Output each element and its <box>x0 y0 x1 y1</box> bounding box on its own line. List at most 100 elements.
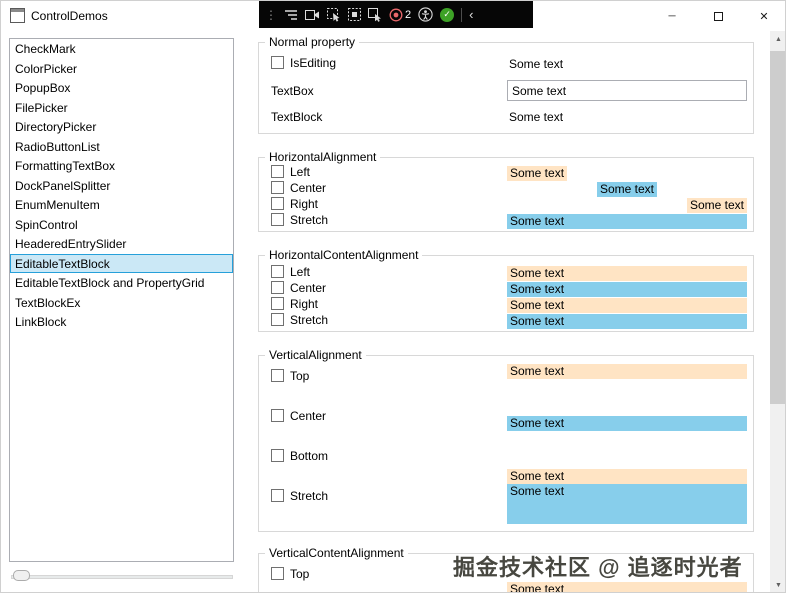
valign-center-checkbox[interactable] <box>271 409 284 422</box>
vcontent-top-checkbox[interactable] <box>271 567 284 580</box>
groupbox-title: VerticalContentAlignment <box>265 546 408 560</box>
hcontent-left-row: Left <box>271 264 310 279</box>
value-row: Some text <box>507 484 747 524</box>
list-item-linkblock[interactable]: LinkBlock <box>10 312 233 332</box>
valign-bottom-label: Bottom <box>290 448 329 463</box>
slider-track[interactable] <box>11 575 233 579</box>
list-item-filepicker[interactable]: FilePicker <box>10 98 233 118</box>
list-item-dockpanelsplitter[interactable]: DockPanelSplitter <box>10 176 233 196</box>
select-element-icon[interactable] <box>327 7 341 22</box>
valign-bottom-checkbox[interactable] <box>271 449 284 462</box>
groupbox-vertical-alignment: VerticalAlignment Top Center Bottom Stre… <box>258 348 754 532</box>
value-row: Some text <box>507 364 747 379</box>
hcontent-left-checkbox[interactable] <box>271 265 284 278</box>
textbox-label: TextBox <box>271 84 314 98</box>
list-item-editabletextblock-propertygrid[interactable]: EditableTextBlock and PropertyGrid <box>10 273 233 293</box>
slider-thumb[interactable] <box>13 570 30 581</box>
scroll-up-button[interactable]: ▲ <box>770 31 785 48</box>
halign-left-value[interactable]: Some text <box>507 166 568 181</box>
accessibility-icon[interactable] <box>418 7 433 22</box>
titlebar: ControlDemos ⋮ 2 ✓ ‹ ─ ✕ <box>1 1 785 31</box>
valign-stretch-row: Stretch <box>271 488 328 503</box>
valign-top-label: Top <box>290 368 310 383</box>
halign-right-value[interactable]: Some text <box>686 198 747 213</box>
halign-center-value[interactable]: Some text <box>596 182 658 197</box>
halign-stretch-label: Stretch <box>290 212 329 227</box>
isediting-label: IsEditing <box>290 55 337 70</box>
grip-dots-icon[interactable]: ⋮ <box>265 9 277 21</box>
textbox-input[interactable] <box>507 80 747 101</box>
close-button[interactable]: ✕ <box>741 1 785 31</box>
groupbox-title: VerticalAlignment <box>265 348 366 362</box>
live-visual-tree-icon[interactable] <box>284 9 298 21</box>
hcontent-stretch-checkbox[interactable] <box>271 313 284 326</box>
app-window: ControlDemos ⋮ 2 ✓ ‹ ─ ✕ CheckMark Color… <box>0 0 786 593</box>
valign-stretch-value[interactable]: Some text <box>507 484 747 524</box>
layout-adorners-icon[interactable] <box>348 8 361 21</box>
scroll-down-button[interactable]: ▼ <box>770 577 785 592</box>
groupbox-title: Normal property <box>265 35 360 49</box>
hcontent-right-checkbox[interactable] <box>271 297 284 310</box>
groupbox-title: HorizontalContentAlignment <box>265 248 423 262</box>
list-item-directorypicker[interactable]: DirectoryPicker <box>10 117 233 137</box>
scrollbar-thumb[interactable] <box>770 51 785 404</box>
minimize-button[interactable]: ─ <box>649 1 695 31</box>
list-item-spincontrol[interactable]: SpinControl <box>10 215 233 235</box>
valign-stretch-checkbox[interactable] <box>271 489 284 502</box>
hcontent-right-row: Right <box>271 296 318 311</box>
list-item-editabletextblock[interactable]: EditableTextBlock <box>10 253 233 273</box>
collapse-chevron-icon[interactable]: ‹ <box>469 7 473 22</box>
hcontent-right-value[interactable]: Some text <box>507 298 747 313</box>
textblock-value: Some text <box>509 110 564 124</box>
list-item-checkmark[interactable]: CheckMark <box>10 39 233 59</box>
vertical-scrollbar[interactable]: ▲ ▼ <box>770 31 785 592</box>
list-item-popupbox[interactable]: PopupBox <box>10 78 233 98</box>
track-focus-icon[interactable] <box>368 7 382 22</box>
halign-right-row: Right <box>271 196 318 211</box>
hcontent-stretch-value[interactable]: Some text <box>507 314 747 329</box>
maximize-icon <box>713 11 723 21</box>
halign-center-checkbox[interactable] <box>271 181 284 194</box>
demo-listbox: CheckMark ColorPicker PopupBox FilePicke… <box>9 38 234 562</box>
hcontent-center-value[interactable]: Some text <box>507 282 747 297</box>
hcontent-center-checkbox[interactable] <box>271 281 284 294</box>
vcontent-top-value[interactable]: Some text <box>507 582 747 592</box>
valign-bottom-value[interactable]: Some text <box>507 469 747 484</box>
halign-left-checkbox[interactable] <box>271 165 284 178</box>
binding-failures-badge[interactable]: 2 <box>389 8 411 22</box>
list-item-enummenuitem[interactable]: EnumMenuItem <box>10 195 233 215</box>
valign-stretch-label: Stretch <box>290 488 329 503</box>
halign-center-label: Center <box>290 180 327 195</box>
camera-icon[interactable] <box>305 9 320 21</box>
groupbox-title: HorizontalAlignment <box>265 150 381 164</box>
value-row: Some text <box>507 266 747 281</box>
isediting-checkbox[interactable] <box>271 56 284 69</box>
list-item-colorpicker[interactable]: ColorPicker <box>10 59 233 79</box>
halign-right-label: Right <box>290 196 319 211</box>
halign-right-checkbox[interactable] <box>271 197 284 210</box>
valign-center-value[interactable]: Some text <box>507 416 747 431</box>
valign-top-value[interactable]: Some text <box>507 364 747 379</box>
halign-stretch-checkbox[interactable] <box>271 213 284 226</box>
list-item-headeredentryslider[interactable]: HeaderedEntrySlider <box>10 234 233 254</box>
halign-left-label: Left <box>290 164 311 179</box>
valign-center-row: Center <box>271 408 326 423</box>
hcontent-stretch-label: Stretch <box>290 312 329 327</box>
isediting-row: IsEditing <box>271 55 336 70</box>
list-item-textblockex[interactable]: TextBlockEx <box>10 293 233 313</box>
valign-bottom-row: Bottom <box>271 448 328 463</box>
halign-stretch-value[interactable]: Some text <box>507 214 747 229</box>
badge-count: 2 <box>405 8 412 21</box>
list-item-radiobuttonlist[interactable]: RadioButtonList <box>10 137 233 157</box>
maximize-button[interactable] <box>695 1 741 31</box>
hcontent-center-label: Center <box>290 280 327 295</box>
list-item-formattingtextbox[interactable]: FormattingTextBox <box>10 156 233 176</box>
minimize-icon: ─ <box>668 10 676 22</box>
textblock-label: TextBlock <box>271 110 323 124</box>
hcontent-left-value[interactable]: Some text <box>507 266 747 281</box>
value-row: Some text <box>507 198 747 213</box>
valign-top-checkbox[interactable] <box>271 369 284 382</box>
value-row: Some text <box>507 298 747 313</box>
status-ok-icon[interactable]: ✓ <box>440 7 455 22</box>
hcontent-left-label: Left <box>290 264 311 279</box>
